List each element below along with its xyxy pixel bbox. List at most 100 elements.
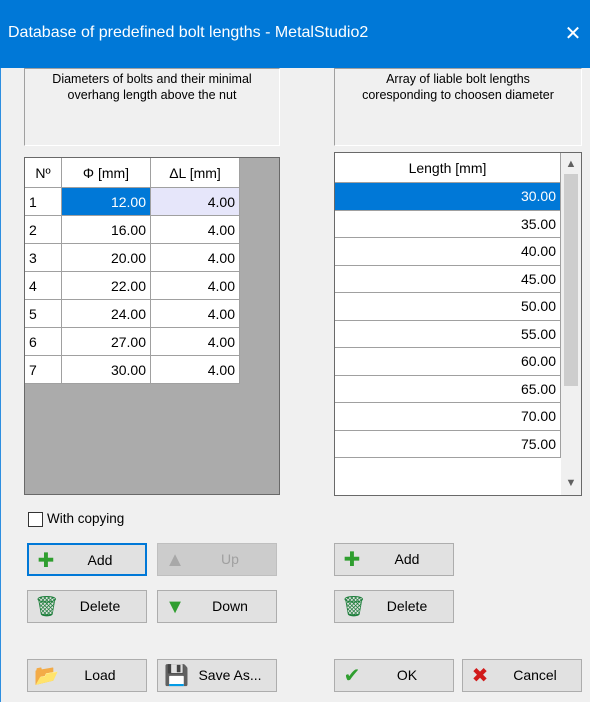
cell-length[interactable]: 50.00	[335, 292, 561, 321]
red-x-icon: ✖	[471, 665, 489, 687]
lengths-header-line-2: coresponding to choosen diameter	[362, 88, 554, 102]
column-header-number[interactable]: Nº	[25, 158, 62, 188]
cell-length[interactable]: 70.00	[335, 402, 561, 431]
trash-icon: 🗑	[341, 596, 367, 618]
cell-length[interactable]: 40.00	[335, 237, 561, 266]
table-row[interactable]: 30.00	[335, 182, 561, 211]
table-row[interactable]: 2 16.00 4.00	[25, 215, 240, 244]
cell-number[interactable]: 2	[25, 215, 62, 244]
cell-number[interactable]: 3	[25, 243, 62, 272]
cell-diameter[interactable]: 16.00	[61, 215, 151, 244]
cell-length[interactable]: 30.00	[335, 182, 561, 211]
ok-button[interactable]: ✔ OK	[334, 659, 454, 692]
with-copying-checkbox[interactable]	[28, 512, 43, 527]
cancel-button[interactable]: ✖ Cancel	[462, 659, 582, 692]
cell-length[interactable]: 60.00	[335, 347, 561, 376]
add-diameter-button[interactable]: ✚ Add	[27, 543, 147, 576]
delete-length-button[interactable]: 🗑 Delete	[334, 590, 454, 623]
lengths-table[interactable]: Length [mm] 30.00 35.00 40.00 45.00 50.00 55.…	[335, 153, 561, 458]
cell-diameter[interactable]: 20.00	[61, 243, 151, 272]
plus-icon: ✚	[343, 549, 361, 571]
column-header-delta[interactable]: ΔL [mm]	[150, 158, 240, 188]
table-row[interactable]: 5 24.00 4.00	[25, 299, 240, 328]
delete-diameter-button[interactable]: 🗑 Delete	[27, 590, 147, 623]
load-label: Load	[84, 667, 116, 683]
table-row[interactable]: 4 22.00 4.00	[25, 271, 240, 300]
plus-icon: ✚	[37, 550, 55, 572]
close-button[interactable]: ✕	[560, 20, 586, 48]
cell-number[interactable]: 4	[25, 271, 62, 300]
move-up-button[interactable]: ▲ Up	[157, 543, 277, 576]
table-row[interactable]: 35.00	[335, 210, 561, 238]
save-as-label: Save As...	[198, 667, 262, 683]
window-left-border	[0, 68, 9, 702]
cell-delta[interactable]: 4.00	[150, 187, 240, 216]
table-row[interactable]: 7 30.00 4.00	[25, 355, 240, 384]
cell-delta[interactable]: 4.00	[150, 327, 240, 356]
lengths-grid[interactable]: Length [mm] 30.00 35.00 40.00 45.00 50.00 55.…	[334, 152, 582, 496]
table-row[interactable]: 60.00	[335, 347, 561, 376]
cell-diameter[interactable]: 12.00	[61, 187, 151, 216]
close-icon: ✕	[564, 23, 582, 45]
load-button[interactable]: 📂 Load	[27, 659, 147, 692]
cancel-label: Cancel	[513, 667, 557, 683]
cell-length[interactable]: 45.00	[335, 265, 561, 293]
table-row[interactable]: 1 12.00 4.00	[25, 187, 240, 216]
table-row[interactable]: 3 20.00 4.00	[25, 243, 240, 272]
table-row[interactable]: 40.00	[335, 237, 561, 266]
column-header-diameter[interactable]: Φ [mm]	[61, 158, 151, 188]
up-arrow-icon: ▲	[165, 549, 185, 571]
folder-open-icon: 📂	[34, 665, 59, 687]
cell-delta[interactable]: 4.00	[150, 355, 240, 384]
cell-delta[interactable]: 4.00	[150, 243, 240, 272]
vertical-scrollbar[interactable]: ▲ ▼	[561, 153, 581, 495]
diameters-header-line-1: Diameters of bolts and their minimal	[52, 72, 252, 86]
bolts-grid[interactable]: Nº Φ [mm] ΔL [mm] 1 12.00 4.00 2 16.00 4.00 3 2…	[24, 157, 280, 495]
delete-length-label: Delete	[386, 598, 428, 614]
lengths-header-panel: Array of liable bolt lengths corespondin…	[334, 68, 582, 146]
lengths-header-line-1: Array of liable bolt lengths	[386, 72, 530, 86]
table-row[interactable]: 65.00	[335, 375, 561, 403]
with-copying-label[interactable]: With copying	[47, 511, 124, 526]
scroll-down-arrow-icon[interactable]: ▼	[561, 473, 581, 493]
cell-number[interactable]: 5	[25, 299, 62, 328]
add-length-label: Add	[394, 551, 420, 567]
add-diameter-label: Add	[87, 552, 113, 568]
cell-number[interactable]: 6	[25, 327, 62, 356]
column-header-length[interactable]: Length [mm]	[335, 153, 561, 183]
diameters-header-line-2: overhang length above the nut	[67, 88, 237, 102]
cell-diameter[interactable]: 30.00	[61, 355, 151, 384]
scroll-up-arrow-icon[interactable]: ▲	[561, 153, 581, 173]
cell-delta[interactable]: 4.00	[150, 299, 240, 328]
cell-delta[interactable]: 4.00	[150, 215, 240, 244]
save-as-button[interactable]: 💾 Save As...	[157, 659, 277, 692]
scrollbar-thumb[interactable]	[564, 174, 578, 386]
cell-delta[interactable]: 4.00	[150, 271, 240, 300]
down-arrow-icon: ▼	[165, 596, 185, 618]
cell-diameter[interactable]: 27.00	[61, 327, 151, 356]
floppy-disk-icon: 💾	[164, 665, 189, 687]
cell-diameter[interactable]: 24.00	[61, 299, 151, 328]
cell-length[interactable]: 55.00	[335, 320, 561, 348]
window-title: Database of predefined bolt lengths - Me…	[8, 24, 369, 41]
cell-diameter[interactable]: 22.00	[61, 271, 151, 300]
trash-icon: 🗑	[34, 596, 60, 618]
add-length-button[interactable]: ✚ Add	[334, 543, 454, 576]
cell-length[interactable]: 35.00	[335, 210, 561, 238]
table-row[interactable]: 75.00	[335, 430, 561, 458]
table-row[interactable]: 70.00	[335, 402, 561, 431]
table-row[interactable]: 55.00	[335, 320, 561, 348]
cell-number[interactable]: 7	[25, 355, 62, 384]
delete-diameter-label: Delete	[79, 598, 121, 614]
table-row[interactable]: 45.00	[335, 265, 561, 293]
bolts-table[interactable]: Nº Φ [mm] ΔL [mm] 1 12.00 4.00 2 16.00 4.00 3 2…	[25, 158, 240, 384]
move-down-label: Down	[212, 598, 248, 614]
table-row[interactable]: 6 27.00 4.00	[25, 327, 240, 356]
ok-label: OK	[396, 667, 418, 683]
table-row[interactable]: 50.00	[335, 292, 561, 321]
cell-number[interactable]: 1	[25, 187, 62, 216]
move-down-button[interactable]: ▼ Down	[157, 590, 277, 623]
cell-length[interactable]: 75.00	[335, 430, 561, 458]
cell-length[interactable]: 65.00	[335, 375, 561, 403]
checkmark-icon: ✔	[343, 665, 361, 687]
